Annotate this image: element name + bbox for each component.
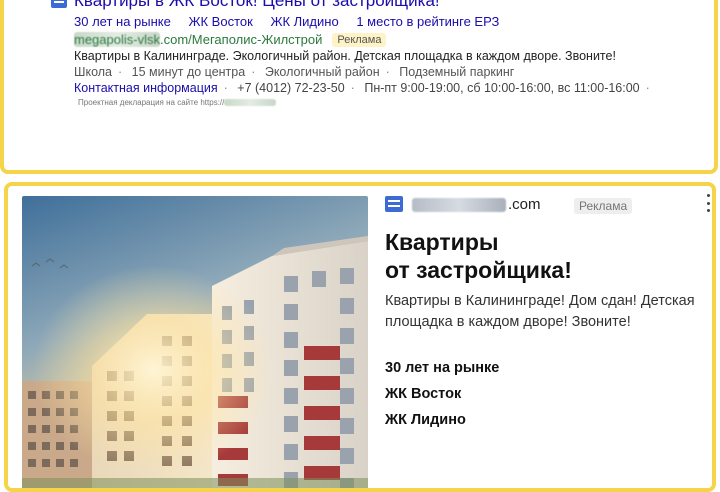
blurred-domain	[412, 197, 506, 212]
sitelink-lidino[interactable]: ЖК Лидино	[270, 14, 338, 29]
ad-body-text: Квартиры в Калининграде! Дом сдан! Детск…	[385, 293, 695, 330]
sitelink-30-years[interactable]: 30 лет на рынке	[385, 360, 499, 376]
ad-description: Квартиры в Калининграде. Экологичный рай…	[74, 49, 616, 63]
image-ad[interactable]: .com Реклама Квартиры от застройщика! Кв…	[4, 182, 716, 492]
feature-item: Школа	[74, 65, 112, 79]
feature-item: 15 минут до центра	[131, 65, 246, 79]
headline-line-2: от застройщика!	[385, 257, 572, 283]
ad-badge: Реклама	[574, 198, 633, 214]
sitelink-rating[interactable]: 1 место в рейтинге ЕРЗ	[356, 14, 499, 29]
sitelink-lidino[interactable]: ЖК Лидино	[385, 412, 466, 428]
ad-domain[interactable]: megapolis-vlsk	[74, 32, 160, 47]
domain-suffix: .com	[508, 196, 541, 213]
building-photo[interactable]	[22, 196, 368, 488]
separator: ·	[118, 65, 123, 79]
favicon-icon	[51, 0, 67, 8]
ad-url-row: megapolis-vlsk .com/Мегаполис-Жилстрой Р…	[74, 32, 387, 47]
separator: ·	[645, 81, 650, 95]
sitelinks: 30 лет на рынке ЖК Восток ЖК Лидино 1 ме…	[74, 14, 513, 29]
project-declaration: Проектная декларация на сайте https://	[78, 98, 277, 107]
feature-item: Подземный паркинг	[399, 65, 515, 79]
ad-features: Школа · 15 минут до центра · Экологичный р…	[74, 65, 514, 79]
ad-url-path[interactable]: .com/Мегаполис-Жилстрой	[160, 32, 322, 47]
phone-number[interactable]: +7 (4012) 72-23-50	[237, 81, 344, 95]
separator: ·	[251, 65, 256, 79]
blurred-url	[224, 99, 277, 107]
ad-headline[interactable]: Квартиры от застройщика!	[385, 228, 685, 284]
more-menu-icon[interactable]	[705, 194, 711, 212]
favicon-icon	[385, 196, 403, 212]
separator: ·	[223, 81, 228, 95]
separator: ·	[350, 81, 355, 95]
separator: ·	[385, 65, 390, 79]
text-ad: Квартиры в ЖК Восток! Цены от застройщик…	[0, 0, 718, 174]
sitelink-vostok[interactable]: ЖК Восток	[385, 386, 461, 402]
building-illustration	[22, 196, 368, 488]
ad-title-link[interactable]: Квартиры в ЖК Восток! Цены от застройщик…	[74, 0, 440, 10]
ad-domain-row[interactable]: .com	[412, 196, 541, 213]
declaration-text: Проектная декларация на сайте https://	[78, 98, 225, 107]
feature-item: Экологичный район	[264, 65, 380, 79]
sitelink-vostok[interactable]: ЖК Восток	[188, 14, 252, 29]
contact-info-link[interactable]: Контактная информация	[74, 81, 218, 95]
working-hours: Пн-пт 9:00-19:00, сб 10:00-16:00, вс 11:…	[364, 81, 640, 95]
sitelink-30-years[interactable]: 30 лет на рынке	[74, 14, 171, 29]
ad-badge: Реклама	[332, 32, 387, 47]
headline-line-1: Квартиры	[385, 229, 499, 255]
ad-contact-row: Контактная информация · +7 (4012) 72-23-5…	[74, 81, 656, 95]
